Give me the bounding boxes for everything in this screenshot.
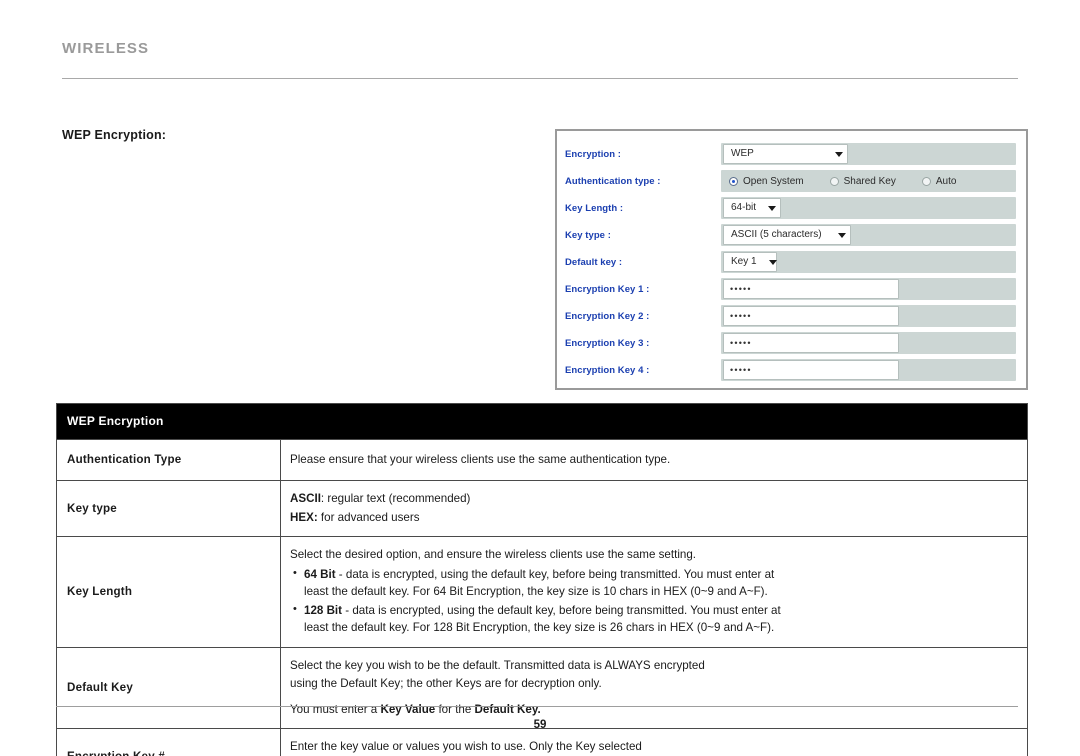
radio-auto-dot [921, 176, 931, 186]
chevron-down-icon [826, 232, 846, 238]
form-row-default-key: Default key : Key 1 [557, 249, 1026, 275]
radio-shared-key[interactable]: Shared Key [829, 175, 896, 187]
row-key-default-key: Default Key [56, 647, 281, 730]
key-type-label: Key type : [565, 229, 611, 241]
bullet-128bit-bold: 128 Bit [304, 604, 343, 618]
default-key-line3-a: You must enter a [290, 702, 381, 716]
table-row-key-type: Key type ASCII: regular text (recommende… [56, 480, 1028, 538]
encryption-key-1-label: Encryption Key 1 : [565, 283, 650, 295]
row-value-default-key: Select the key you wish to be the defaul… [280, 647, 1028, 730]
key-length-bullet-128bit: 128 Bit - data is encrypted, using the d… [290, 602, 1017, 637]
header-divider [62, 78, 1018, 79]
key-type-line-hex: HEX: for advanced users [290, 510, 1017, 526]
form-row-encryption-key-1: Encryption Key 1 : ••••• [557, 276, 1026, 302]
default-key-line2: using the Default Key; the other Keys ar… [290, 677, 602, 691]
encryption-key-line1: Enter the key value or values you wish t… [290, 740, 642, 754]
radio-shared-key-dot [829, 176, 839, 186]
chevron-down-icon [757, 259, 777, 265]
footer-divider [56, 706, 1018, 707]
key-length-intro: Select the desired option, and ensure th… [290, 548, 697, 562]
hex-bold: HEX: [290, 510, 318, 524]
table-row-encryption-key-hash: Encryption Key # Enter the key value or … [56, 728, 1028, 756]
row-key-key-type: Key type [56, 480, 281, 538]
encryption-key-2-label: Encryption Key 2 : [565, 310, 650, 322]
table-header-title: WEP Encryption [56, 403, 1028, 440]
key-type-select[interactable]: ASCII (5 characters) [723, 225, 851, 245]
bullet-128bit-rest: - data is encrypted, using the default k… [342, 604, 781, 618]
default-key-line3-b: for the [435, 702, 475, 716]
authentication-type-radio-group: Open System Shared Key Auto [729, 171, 956, 191]
encryption-label: Encryption : [565, 148, 622, 160]
encryption-key-4-label: Encryption Key 4 : [565, 364, 650, 376]
table-row-authentication-type: Authentication Type Please ensure that y… [56, 439, 1028, 482]
table-header-row: WEP Encryption [56, 403, 1028, 440]
form-row-key-type: Key type : ASCII (5 characters) [557, 222, 1026, 248]
default-key-select[interactable]: Key 1 [723, 252, 777, 272]
bullet-64bit-bold: 64 Bit [304, 567, 336, 581]
radio-auto-label: Auto [935, 175, 957, 187]
key-length-bullet-64bit: 64 Bit - data is encrypted, using the de… [290, 566, 1017, 601]
ascii-bold: ASCII [290, 492, 321, 506]
encryption-key-3-label: Encryption Key 3 : [565, 337, 650, 349]
form-row-encryption-key-2: Encryption Key 2 : ••••• [557, 303, 1026, 329]
encryption-key-1-input[interactable]: ••••• [723, 279, 899, 299]
key-type-line-ascii: ASCII: regular text (recommended) [290, 491, 1017, 507]
radio-open-system-dot [729, 176, 738, 186]
hex-rest: for advanced users [317, 510, 420, 524]
encryption-key-2-input[interactable]: ••••• [723, 306, 899, 326]
authentication-type-label: Authentication type : [565, 175, 661, 187]
key-type-select-value: ASCII (5 characters) [731, 229, 822, 240]
row-value-key-type: ASCII: regular text (recommended) HEX: f… [280, 480, 1028, 538]
encryption-key-4-input[interactable]: ••••• [723, 360, 899, 380]
radio-open-system-label: Open System [743, 175, 804, 187]
row-key-key-length: Key Length [56, 536, 281, 649]
radio-open-system[interactable]: Open System [729, 176, 804, 187]
table-row-key-length: Key Length Select the desired option, an… [56, 536, 1028, 649]
encryption-select-value: WEP [731, 148, 754, 159]
page-number: 59 [533, 719, 547, 731]
encryption-key-3-input[interactable]: ••••• [723, 333, 899, 353]
form-row-encryption-key-4: Encryption Key 4 : ••••• [557, 357, 1026, 383]
row-value-key-length: Select the desired option, and ensure th… [280, 536, 1028, 649]
bullet-128bit-cont: least the default key. For 128 Bit Encry… [304, 621, 775, 635]
wep-encryption-reference-table: WEP Encryption Authentication Type Pleas… [56, 403, 1028, 756]
ascii-rest: : regular text (recommended) [320, 492, 471, 506]
default-key-select-value: Key 1 [731, 256, 757, 267]
key-length-select-value: 64-bit [731, 202, 757, 213]
document-page: WIRELESS WEP Encryption: Encryption : WE… [0, 0, 1080, 756]
form-row-encryption: Encryption : WEP [557, 141, 1026, 167]
default-key-line3: You must enter a Key Value for the Defau… [290, 702, 1017, 718]
default-key-bold: Default Key. [474, 702, 541, 716]
form-row-key-length: Key Length : 64-bit [557, 195, 1026, 221]
row-value-authentication-type: Please ensure that your wireless clients… [280, 439, 1028, 482]
key-length-select[interactable]: 64-bit [723, 198, 781, 218]
router-config-panel: Encryption : WEP Authentication type : O… [555, 129, 1028, 390]
default-key-line1: Select the key you wish to be the defaul… [290, 659, 705, 673]
row-key-encryption-key-hash: Encryption Key # [56, 728, 281, 756]
bullet-64bit-rest: - data is encrypted, using the default k… [335, 567, 775, 581]
chevron-down-icon [756, 205, 777, 211]
figure-caption: WEP Encryption: [62, 128, 167, 142]
radio-shared-key-label: Shared Key [843, 175, 896, 187]
encryption-select[interactable]: WEP [723, 144, 848, 164]
row-value-encryption-key-hash: Enter the key value or values you wish t… [280, 728, 1028, 756]
table-row-default-key: Default Key Select the key you wish to b… [56, 647, 1028, 730]
form-row-authentication-type: Authentication type : Open System Shared… [557, 168, 1026, 194]
page-section-title: WIRELESS [62, 40, 150, 57]
key-length-bullet-list: 64 Bit - data is encrypted, using the de… [290, 566, 1017, 637]
row-key-authentication-type: Authentication Type [56, 439, 281, 482]
default-key-label: Default key : [565, 256, 623, 268]
key-value-bold: Key Value [380, 702, 436, 716]
chevron-down-icon [823, 151, 843, 157]
form-row-encryption-key-3: Encryption Key 3 : ••••• [557, 330, 1026, 356]
auth-type-description: Please ensure that your wireless clients… [290, 453, 671, 467]
bullet-64bit-cont: least the default key. For 64 Bit Encryp… [304, 584, 768, 598]
key-length-label: Key Length : [565, 202, 624, 214]
radio-auto[interactable]: Auto [921, 175, 957, 187]
